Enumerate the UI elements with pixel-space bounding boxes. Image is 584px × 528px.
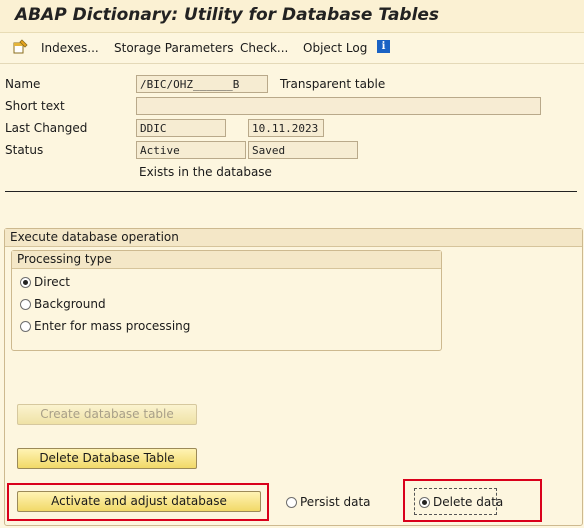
last-changed-label: Last Changed (5, 121, 88, 135)
radio-delete-data-label[interactable]: Delete data (433, 495, 503, 509)
separator-line (5, 191, 577, 192)
page-title: ABAP Dictionary: Utility for Database Ta… (15, 5, 440, 25)
status-note: Exists in the database (139, 165, 272, 179)
storage-parameters-button[interactable]: Storage Parameters (114, 41, 233, 55)
create-database-table-button[interactable]: Create database table (17, 404, 197, 425)
check-button[interactable]: Check... (240, 41, 288, 55)
table-type-text: Transparent table (280, 77, 386, 91)
radio-direct[interactable] (20, 277, 31, 288)
processing-type-title: Processing type (12, 251, 441, 269)
radio-persist-data[interactable] (286, 497, 297, 508)
status-saved-field[interactable]: Saved (248, 141, 358, 159)
radio-delete-data[interactable] (419, 497, 430, 508)
radio-direct-label[interactable]: Direct (34, 275, 70, 289)
radio-mass-processing-label[interactable]: Enter for mass processing (34, 319, 190, 333)
last-changed-date-field[interactable]: 10.11.2023 (248, 119, 324, 137)
execute-group-title: Execute database operation (5, 229, 582, 247)
status-field[interactable]: Active (136, 141, 246, 159)
radio-persist-data-label[interactable]: Persist data (300, 495, 371, 509)
short-text-label: Short text (5, 99, 65, 113)
activate-adjust-database-button[interactable]: Activate and adjust database (17, 491, 261, 512)
table-edit-icon[interactable] (13, 39, 28, 54)
name-field[interactable]: /BIC/OHZ______B (136, 75, 268, 93)
status-label: Status (5, 143, 44, 157)
radio-mass-processing[interactable] (20, 321, 31, 332)
name-label: Name (5, 77, 41, 91)
delete-database-table-button[interactable]: Delete Database Table (17, 448, 197, 469)
info-icon[interactable]: i (377, 40, 390, 53)
radio-background-label[interactable]: Background (34, 297, 106, 311)
object-log-button[interactable]: Object Log (303, 41, 367, 55)
indexes-button[interactable]: Indexes... (41, 41, 99, 55)
radio-background[interactable] (20, 299, 31, 310)
last-changed-user-field[interactable]: DDIC (136, 119, 226, 137)
short-text-field[interactable] (136, 97, 541, 115)
